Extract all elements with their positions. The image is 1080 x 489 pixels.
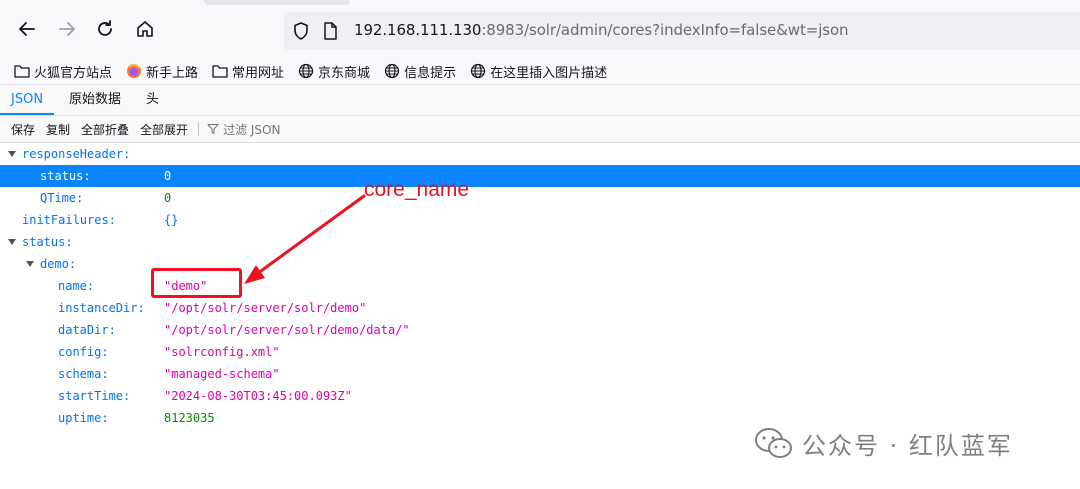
watermark-text: 公众号 · 红队蓝军 [802,432,1013,460]
annotation-highlight-box [151,268,242,298]
annotation-label: core_name [364,178,470,201]
wechat-watermark: 公众号 · 红队蓝军 [754,426,1013,461]
annotation-arrow [244,194,366,284]
wechat-icon [755,427,792,458]
